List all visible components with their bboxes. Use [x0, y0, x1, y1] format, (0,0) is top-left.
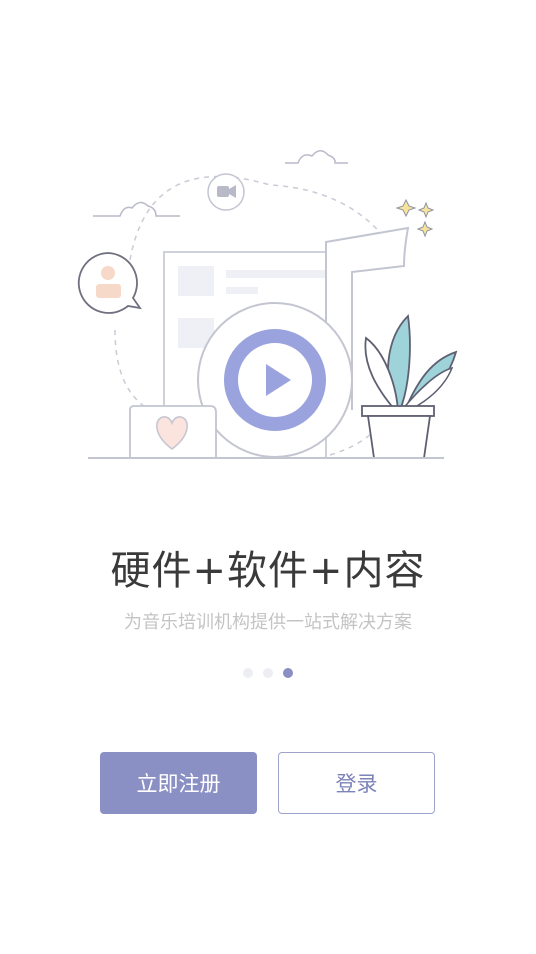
onboarding-illustration [77, 150, 458, 459]
onboarding-subtitle: 为音乐培训机构提供一站式解决方案 [124, 612, 412, 633]
orbit-path [114, 329, 151, 411]
user-chat-bubble-icon [77, 252, 142, 314]
content-placeholder [226, 287, 258, 294]
login-button[interactable]: 登录 [278, 752, 435, 814]
page-dot-active [283, 668, 293, 678]
cloud-icon [93, 201, 180, 217]
cloud-icon [285, 150, 348, 164]
page-dot [263, 668, 273, 678]
heart-card [129, 405, 217, 458]
play-disc [197, 302, 353, 458]
register-button[interactable]: 立即注册 [100, 752, 257, 814]
video-camera-icon [207, 173, 245, 211]
page-dot [243, 668, 253, 678]
onboarding-headline: 硬件+软件+内容 [110, 548, 426, 594]
content-placeholder [178, 266, 214, 296]
potted-plant [361, 314, 458, 459]
page-indicator [0, 668, 536, 682]
content-placeholder [226, 270, 326, 278]
